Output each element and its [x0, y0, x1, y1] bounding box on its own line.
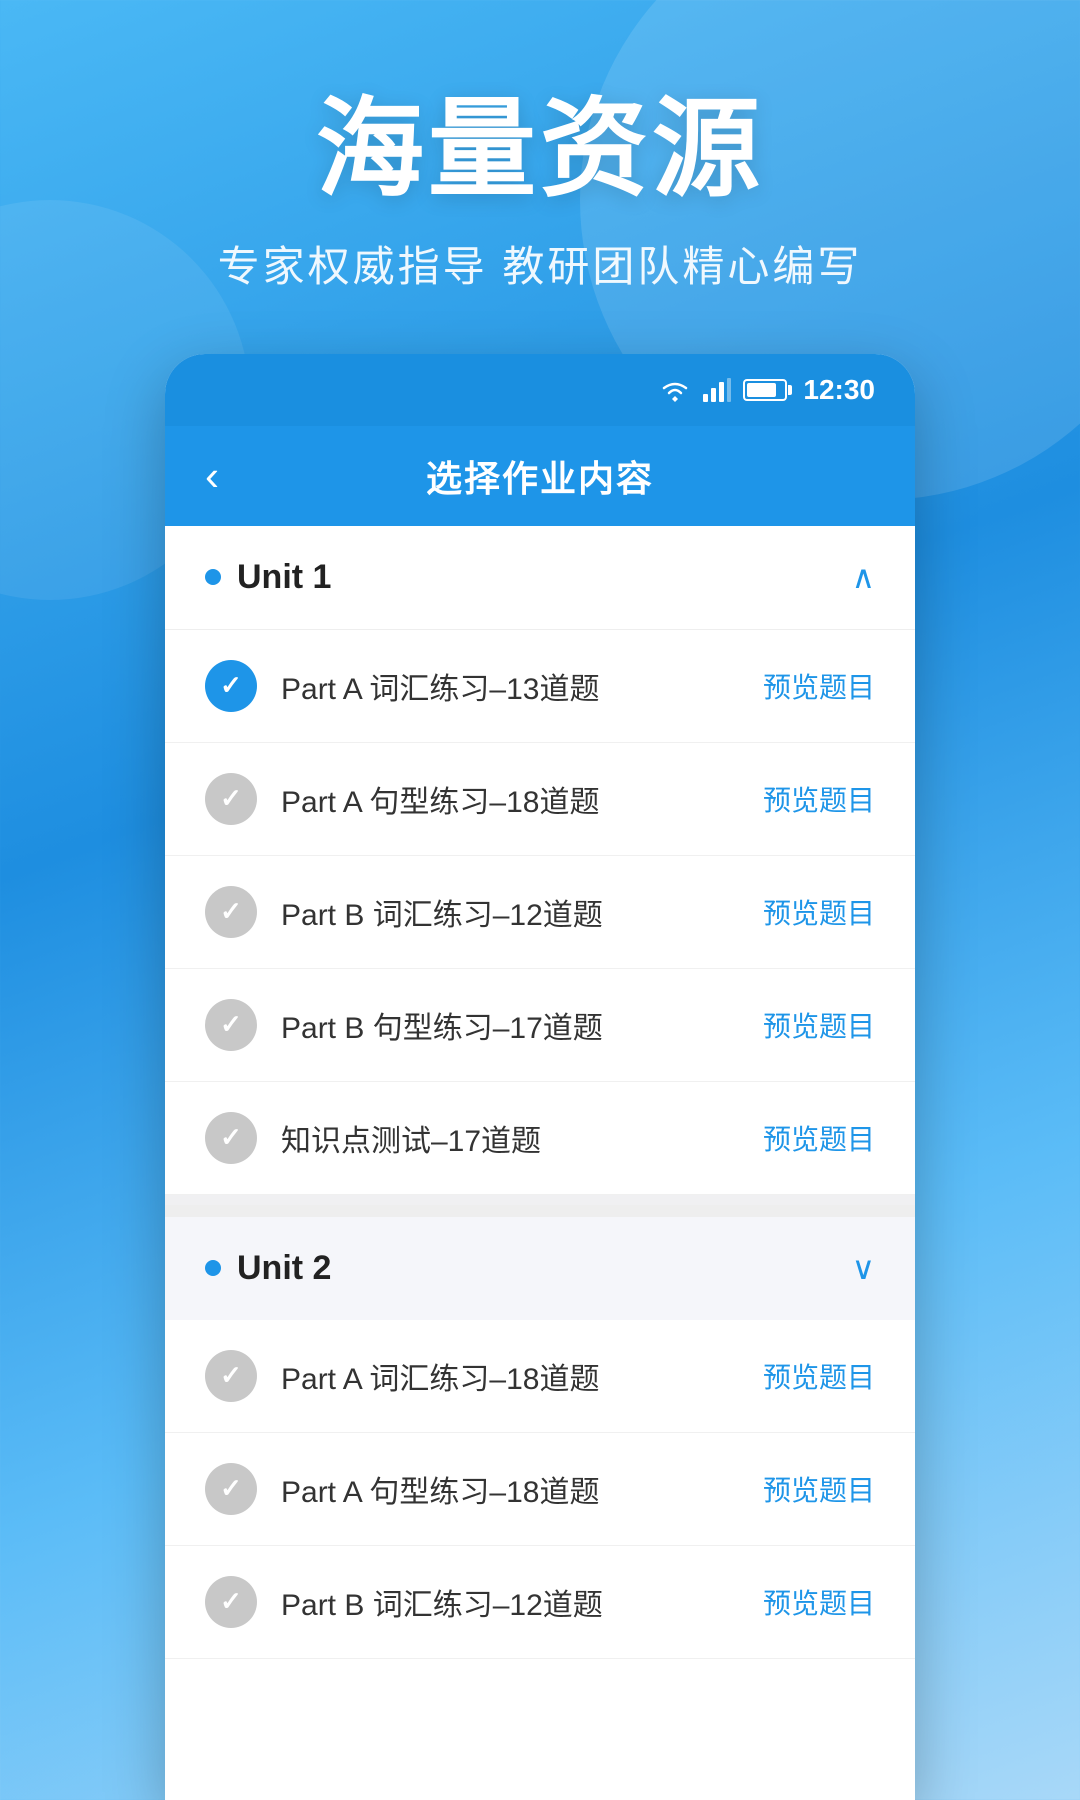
check-icon-checked[interactable]: ✓	[205, 660, 257, 712]
preview-button[interactable]: 预览题目	[763, 779, 875, 819]
check-icon-unchecked[interactable]: ✓	[205, 886, 257, 938]
check-icon-unchecked[interactable]: ✓	[205, 1112, 257, 1164]
preview-button[interactable]: 预览题目	[763, 892, 875, 932]
exercise-item: ✓ Part A 句型练习–18道题 预览题目	[165, 743, 915, 856]
preview-button[interactable]: 预览题目	[763, 666, 875, 706]
preview-button[interactable]: 预览题目	[763, 1582, 875, 1622]
main-title: 海量资源	[60, 90, 1020, 209]
exercise-name: 知识点测试–17道题	[281, 1116, 541, 1160]
app-header: ‹ 选择作业内容	[165, 426, 915, 526]
exercise-item: ✓ Part A 词汇练习–18道题 预览题目	[165, 1320, 915, 1433]
unit2-dot	[205, 1260, 221, 1276]
exercise-name: Part B 词汇练习–12道题	[281, 890, 603, 934]
status-bar: 12:30	[165, 354, 915, 426]
preview-button[interactable]: 预览题目	[763, 1118, 875, 1158]
exercise-item: ✓ Part A 句型练习–18道题 预览题目	[165, 1433, 915, 1546]
preview-button[interactable]: 预览题目	[763, 1469, 875, 1509]
exercise-name: Part B 词汇练习–12道题	[281, 1580, 603, 1624]
app-header-title: 选择作业内容	[426, 450, 654, 502]
unit2-header[interactable]: Unit 2 ∨	[165, 1205, 915, 1320]
check-icon-unchecked[interactable]: ✓	[205, 773, 257, 825]
battery-icon	[743, 379, 787, 401]
unit2-label: Unit 2	[237, 1249, 331, 1288]
status-time: 12:30	[803, 374, 875, 406]
exercise-name: Part A 句型练习–18道题	[281, 777, 599, 821]
signal-icon	[703, 378, 731, 402]
preview-button[interactable]: 预览题目	[763, 1005, 875, 1045]
wifi-icon	[659, 378, 691, 402]
check-icon-unchecked[interactable]: ✓	[205, 1350, 257, 1402]
exercise-item: ✓ Part A 词汇练习–13道题 预览题目	[165, 630, 915, 743]
unit2-chevron[interactable]: ∨	[852, 1249, 875, 1287]
unit1-dot	[205, 569, 221, 585]
exercise-name: Part A 句型练习–18道题	[281, 1467, 599, 1511]
sub-title: 专家权威指导 教研团队精心编写	[60, 233, 1020, 294]
exercise-item: ✓ Part B 词汇练习–12道题 预览题目	[165, 1546, 915, 1659]
preview-button[interactable]: 预览题目	[763, 1356, 875, 1396]
hero-section: 海量资源 专家权威指导 教研团队精心编写	[0, 0, 1080, 354]
unit1-chevron[interactable]: ∧	[852, 558, 875, 596]
status-icons	[659, 378, 787, 402]
back-button[interactable]: ‹	[205, 455, 219, 497]
check-icon-unchecked[interactable]: ✓	[205, 1463, 257, 1515]
content-area: Unit 1 ∧ ✓ Part A 词汇练习–13道题 预览题目 ✓ Part …	[165, 526, 915, 1659]
exercise-item: ✓ Part B 句型练习–17道题 预览题目	[165, 969, 915, 1082]
exercise-item: ✓ Part B 词汇练习–12道题 预览题目	[165, 856, 915, 969]
phone-mockup: 12:30 ‹ 选择作业内容 Unit 1 ∧ ✓ Part A 词汇练习–13…	[165, 354, 915, 1800]
exercise-item: ✓ 知识点测试–17道题 预览题目	[165, 1082, 915, 1195]
exercise-name: Part A 词汇练习–13道题	[281, 664, 599, 708]
unit1-label: Unit 1	[237, 558, 331, 597]
check-icon-unchecked[interactable]: ✓	[205, 999, 257, 1051]
exercise-name: Part A 词汇练习–18道题	[281, 1354, 599, 1398]
check-icon-unchecked[interactable]: ✓	[205, 1576, 257, 1628]
unit1-header[interactable]: Unit 1 ∧	[165, 526, 915, 630]
exercise-name: Part B 句型练习–17道题	[281, 1003, 603, 1047]
section-divider	[165, 1195, 915, 1205]
